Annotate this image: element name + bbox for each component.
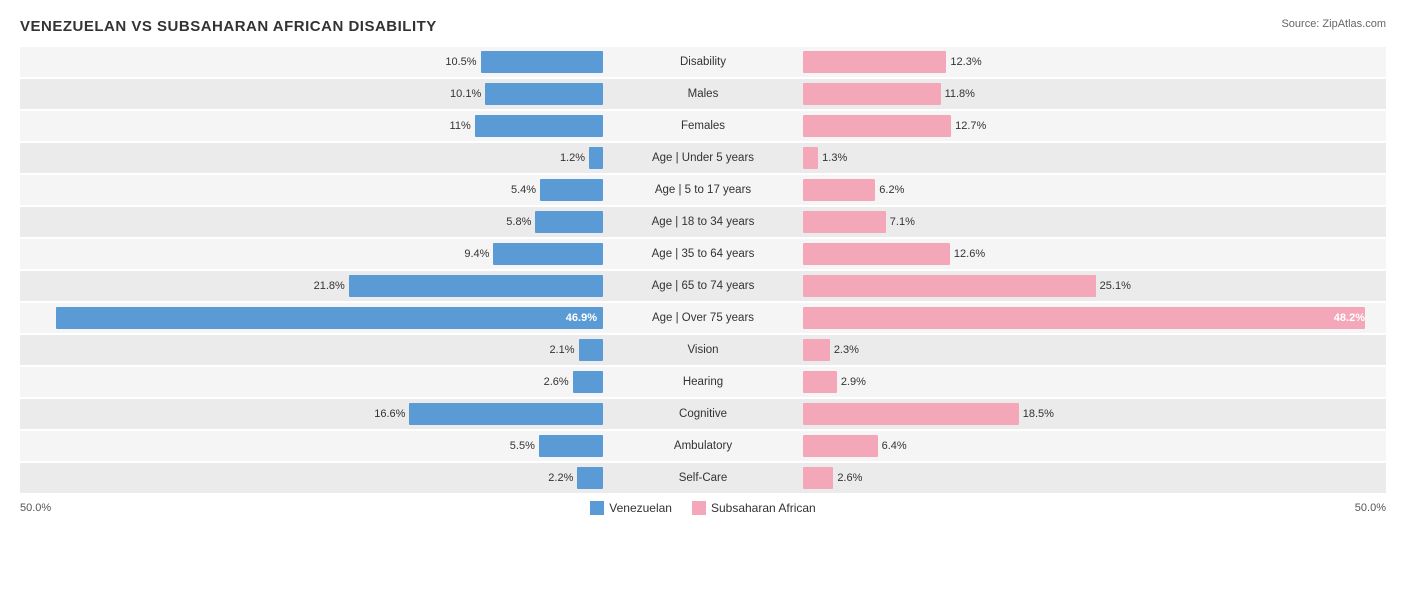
legend-subsaharan: Subsaharan African [692, 501, 816, 515]
left-bar-container: 11% [20, 111, 603, 141]
right-bar-container: 25.1% [803, 271, 1386, 301]
right-val: 18.5% [1023, 408, 1054, 420]
right-bar-container: 6.2% [803, 175, 1386, 205]
right-bar-container: 48.2% [803, 303, 1386, 333]
left-bar-container: 2.6% [20, 367, 603, 397]
left-val: 2.1% [549, 344, 574, 356]
bar-row: 2.1% Vision 2.3% [20, 335, 1386, 365]
right-val: 48.2% [1334, 312, 1365, 324]
left-bar-container: 2.2% [20, 463, 603, 493]
left-val: 16.6% [374, 408, 405, 420]
right-val: 7.1% [890, 216, 915, 228]
row-label: Age | Under 5 years [603, 152, 803, 164]
right-val: 12.3% [950, 56, 981, 68]
left-bar-container: 9.4% [20, 239, 603, 269]
right-bar-container: 18.5% [803, 399, 1386, 429]
bar-row: 5.5% Ambulatory 6.4% [20, 431, 1386, 461]
venezuelan-color-box [590, 501, 604, 515]
left-bar-container: 46.9% [20, 303, 603, 333]
source-label: Source: ZipAtlas.com [1281, 18, 1386, 30]
row-label: Ambulatory [603, 440, 803, 452]
row-label: Vision [603, 344, 803, 356]
right-bar-container: 2.9% [803, 367, 1386, 397]
right-bar-container: 12.3% [803, 47, 1386, 77]
left-val: 21.8% [314, 280, 345, 292]
right-val: 2.9% [841, 376, 866, 388]
right-bar-container: 12.7% [803, 111, 1386, 141]
venezuelan-label: Venezuelan [609, 501, 672, 515]
right-bar-container: 2.3% [803, 335, 1386, 365]
right-val: 12.6% [954, 248, 985, 260]
bar-row: 21.8% Age | 65 to 74 years 25.1% [20, 271, 1386, 301]
bar-row: 2.6% Hearing 2.9% [20, 367, 1386, 397]
right-val: 25.1% [1100, 280, 1131, 292]
bars-area: 10.5% Disability 12.3% 10.1% Males [20, 47, 1386, 493]
legend: Venezuelan Subsaharan African [590, 501, 815, 515]
right-val: 11.8% [945, 88, 975, 100]
right-bar-container: 6.4% [803, 431, 1386, 461]
footer-left-val: 50.0% [20, 502, 80, 514]
footer-right-val: 50.0% [1326, 502, 1386, 514]
row-label: Disability [603, 56, 803, 68]
bar-row: 9.4% Age | 35 to 64 years 12.6% [20, 239, 1386, 269]
left-val: 5.8% [506, 216, 531, 228]
right-val: 2.6% [837, 472, 862, 484]
left-bar-container: 16.6% [20, 399, 603, 429]
right-bar-container: 2.6% [803, 463, 1386, 493]
bar-row: 16.6% Cognitive 18.5% [20, 399, 1386, 429]
left-val: 5.4% [511, 184, 536, 196]
right-val: 12.7% [955, 120, 986, 132]
legend-venezuelan: Venezuelan [590, 501, 672, 515]
row-label: Cognitive [603, 408, 803, 420]
left-val: 2.6% [544, 376, 569, 388]
left-val: 1.2% [560, 152, 585, 164]
right-val: 6.2% [879, 184, 904, 196]
row-label: Age | Over 75 years [603, 312, 803, 324]
subsaharan-label: Subsaharan African [711, 501, 816, 515]
left-val: 2.2% [548, 472, 573, 484]
left-bar-container: 5.4% [20, 175, 603, 205]
right-bar-container: 12.6% [803, 239, 1386, 269]
bar-row: 5.4% Age | 5 to 17 years 6.2% [20, 175, 1386, 205]
right-val: 1.3% [822, 152, 847, 164]
row-label: Males [603, 88, 803, 100]
row-label: Hearing [603, 376, 803, 388]
bar-row: 11% Females 12.7% [20, 111, 1386, 141]
chart-container: VENEZUELAN VS SUBSAHARAN AFRICAN DISABIL… [0, 0, 1406, 535]
bar-row: 5.8% Age | 18 to 34 years 7.1% [20, 207, 1386, 237]
chart-footer: 50.0% Venezuelan Subsaharan African 50.0… [20, 501, 1386, 515]
row-label: Self-Care [603, 472, 803, 484]
left-bar-container: 1.2% [20, 143, 603, 173]
right-val: 2.3% [834, 344, 859, 356]
bar-row: 10.5% Disability 12.3% [20, 47, 1386, 77]
right-bar-container: 7.1% [803, 207, 1386, 237]
bar-row: 2.2% Self-Care 2.6% [20, 463, 1386, 493]
left-val: 5.5% [510, 440, 535, 452]
left-bar-container: 5.8% [20, 207, 603, 237]
left-val: 9.4% [464, 248, 489, 260]
left-bar-container: 10.5% [20, 47, 603, 77]
row-label: Age | 65 to 74 years [603, 280, 803, 292]
left-val: 11% [450, 120, 471, 132]
row-label: Age | 18 to 34 years [603, 216, 803, 228]
left-val: 10.1% [450, 88, 481, 100]
right-bar-container: 11.8% [803, 79, 1386, 109]
right-bar-container: 1.3% [803, 143, 1386, 173]
left-bar-container: 2.1% [20, 335, 603, 365]
left-val: 10.5% [445, 56, 476, 68]
left-bar-container: 21.8% [20, 271, 603, 301]
row-label: Age | 35 to 64 years [603, 248, 803, 260]
bar-row: 1.2% Age | Under 5 years 1.3% [20, 143, 1386, 173]
left-bar-container: 5.5% [20, 431, 603, 461]
subsaharan-color-box [692, 501, 706, 515]
left-bar-container: 10.1% [20, 79, 603, 109]
bar-row: 10.1% Males 11.8% [20, 79, 1386, 109]
left-val: 46.9% [566, 312, 597, 324]
bar-row: 46.9% Age | Over 75 years 48.2% [20, 303, 1386, 333]
row-label: Females [603, 120, 803, 132]
chart-title: VENEZUELAN VS SUBSAHARAN AFRICAN DISABIL… [20, 18, 437, 35]
row-label: Age | 5 to 17 years [603, 184, 803, 196]
right-val: 6.4% [882, 440, 907, 452]
